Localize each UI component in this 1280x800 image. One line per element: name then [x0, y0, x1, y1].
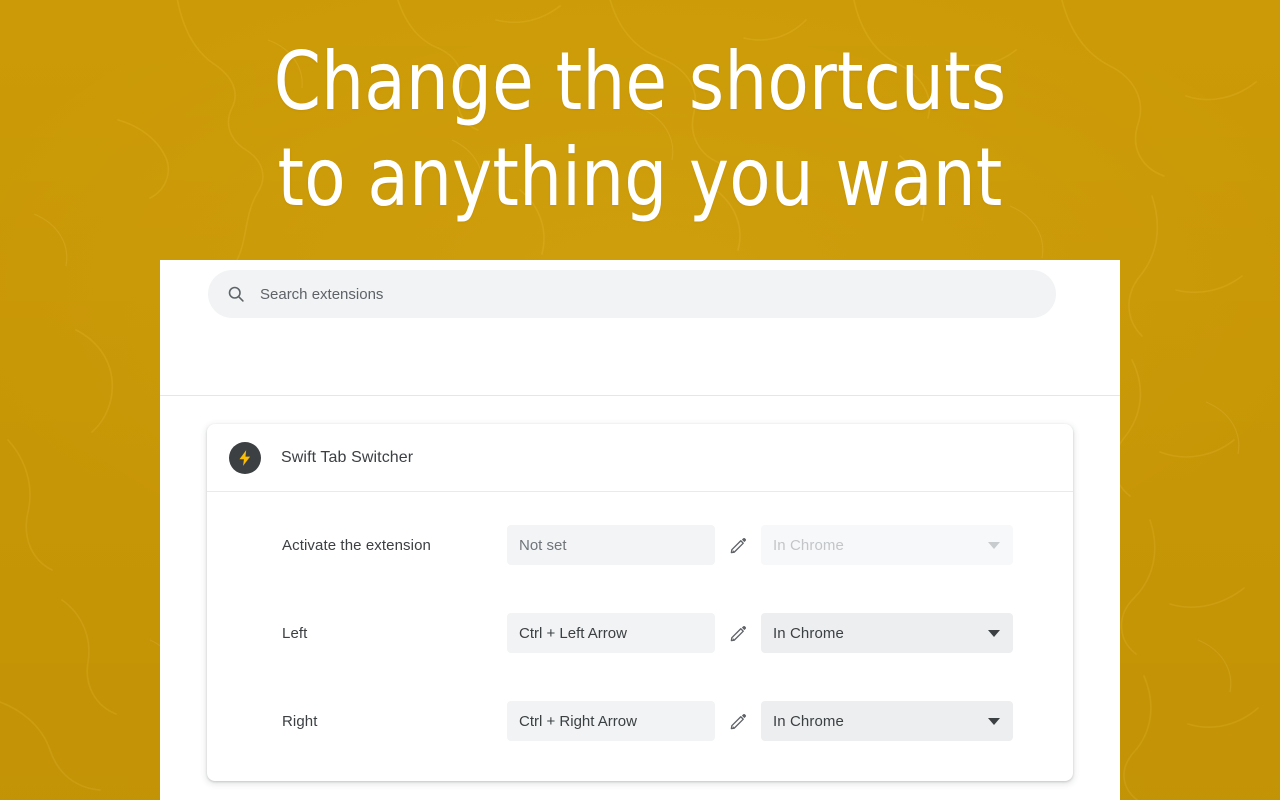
shortcut-scope-select[interactable]: In Chrome [761, 701, 1013, 741]
promo-headline: Change the shortcuts to anything you wan… [0, 34, 1280, 226]
edit-shortcut-button[interactable] [715, 613, 761, 653]
shortcut-input[interactable] [507, 701, 715, 741]
extension-name: Swift Tab Switcher [281, 448, 414, 466]
chevron-down-icon [988, 718, 1000, 725]
extension-shortcuts-card: Swift Tab Switcher Activate the extensio… [207, 424, 1073, 781]
lightning-bolt-icon [239, 449, 251, 466]
search-input[interactable] [260, 270, 1038, 318]
shortcut-input[interactable] [507, 613, 715, 653]
edit-shortcut-button[interactable] [715, 525, 761, 565]
pencil-icon [730, 625, 746, 641]
headline-line-1: Change the shortcuts [273, 35, 1007, 128]
shortcut-scope-label: In Chrome [773, 712, 844, 730]
extensions-page: Swift Tab Switcher Activate the extensio… [160, 260, 1120, 800]
shortcut-scope-label: In Chrome [773, 624, 844, 642]
chevron-down-icon [988, 542, 1000, 549]
shortcut-scope-select[interactable]: In Chrome [761, 525, 1013, 565]
pencil-icon [730, 713, 746, 729]
shortcut-label: Left [282, 624, 308, 642]
shortcut-input[interactable] [507, 525, 715, 565]
extension-card-header: Swift Tab Switcher [207, 424, 1073, 492]
shortcut-rows: Activate the extension In Chrome [207, 492, 1073, 781]
extension-avatar [229, 441, 261, 474]
shortcut-label: Activate the extension [282, 536, 431, 554]
shortcut-row: Right In Chrome [207, 687, 1073, 755]
search-icon [228, 286, 244, 302]
shortcut-label: Right [282, 712, 318, 730]
shortcut-scope-label: In Chrome [773, 536, 844, 554]
shortcut-row: Activate the extension In Chrome [207, 511, 1073, 579]
search-bar[interactable] [208, 270, 1056, 318]
chevron-down-icon [988, 630, 1000, 637]
row-spacer [207, 579, 1073, 599]
shortcut-row: Left In Chrome [207, 599, 1073, 667]
pencil-icon [730, 537, 746, 553]
edit-shortcut-button[interactable] [715, 701, 761, 741]
headline-line-2: to anything you want [277, 131, 1003, 224]
extensions-toolbar [160, 260, 1120, 396]
shortcut-scope-select[interactable]: In Chrome [761, 613, 1013, 653]
row-spacer [207, 667, 1073, 687]
shortcuts-card-area: Swift Tab Switcher Activate the extensio… [160, 396, 1120, 800]
